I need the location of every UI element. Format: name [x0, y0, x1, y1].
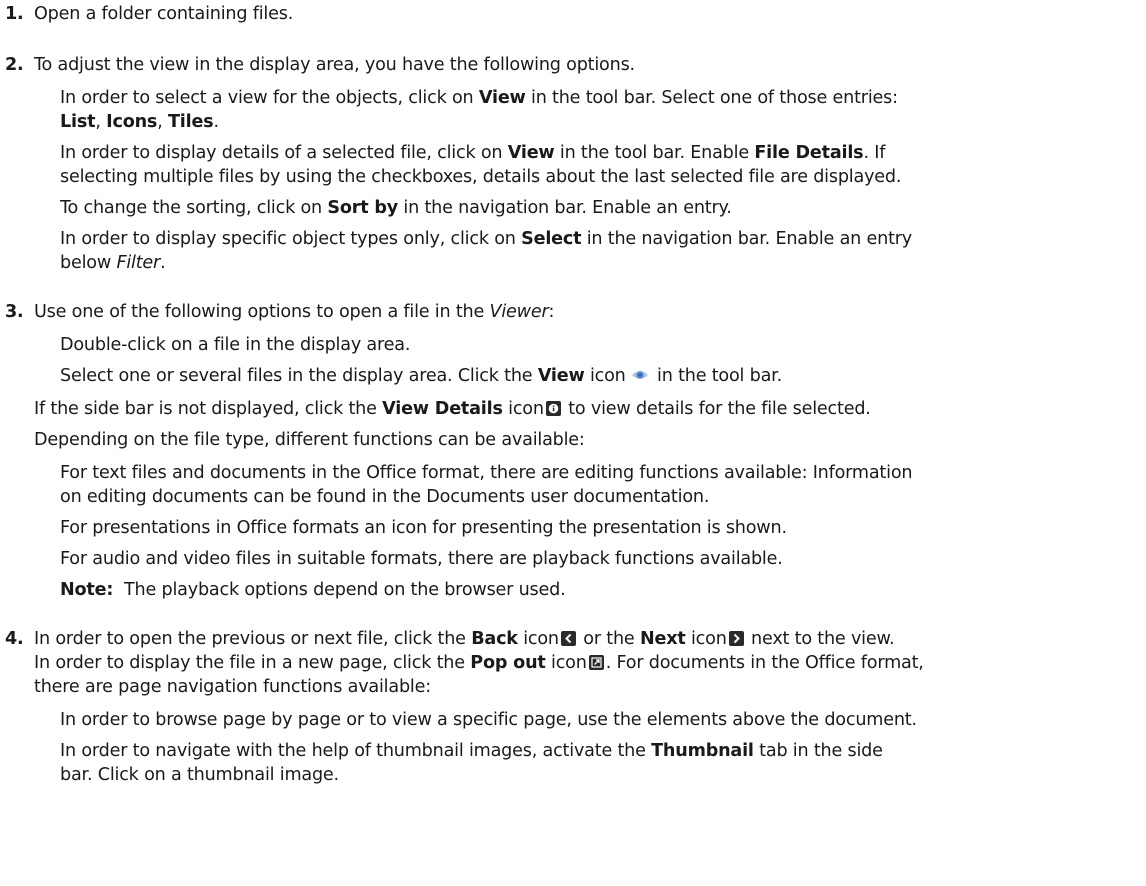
function-paragraph: on editing documents can be found in the… [60, 487, 710, 507]
ui-term: Pop out [470, 653, 546, 673]
function-paragraph: For audio and video files in suitable fo… [60, 549, 783, 569]
ui-term: Next [639, 629, 686, 649]
view-option-paragraph: In order to select a view for the object… [60, 88, 898, 108]
ui-term: Icons [106, 112, 158, 132]
ui-term: File Details [754, 143, 864, 163]
step-text: To adjust the view in the display area, … [34, 55, 635, 75]
step-text: In order to open the previous or next fi… [34, 629, 895, 649]
ui-term: View Details [382, 399, 503, 419]
chevron-right-icon [728, 631, 744, 646]
view-option-paragraph: List, Icons, Tiles. [60, 112, 219, 132]
step-number: 4. [5, 629, 24, 649]
view-option-paragraph: selecting multiple files by using the ch… [60, 167, 902, 187]
step-text: Open a folder containing files. [34, 4, 294, 24]
ui-term: View [537, 366, 585, 386]
ui-term: Viewer [489, 302, 549, 322]
step-number: 3. [5, 302, 24, 322]
eye-icon [631, 364, 649, 379]
navigation-paragraph: bar. Click on a thumbnail image. [60, 765, 339, 785]
depending-paragraph: Depending on the file type, different fu… [34, 430, 585, 450]
ui-term: Tiles [167, 112, 214, 132]
navigation-paragraph: In order to browse page by page or to vi… [60, 710, 917, 730]
info-icon [545, 401, 561, 416]
step-text: Use one of the following options to open… [34, 302, 555, 322]
popout-paragraph: In order to display the file in a new pa… [34, 653, 924, 673]
ui-term: Back [471, 629, 518, 649]
details-paragraph: If the side bar is not displayed, click … [34, 399, 871, 419]
note-label: Note: [60, 580, 114, 600]
view-option-paragraph: To change the sorting, click on Sort by … [60, 198, 732, 218]
ui-term: Sort by [327, 198, 399, 218]
view-option-paragraph: below Filter. [60, 253, 166, 273]
popout-paragraph: there are page navigation functions avai… [34, 677, 431, 697]
open-option-paragraph: Double-click on a file in the display ar… [60, 335, 411, 355]
open-option-paragraph: Select one or several files in the displ… [60, 364, 782, 386]
ui-term: Thumbnail [651, 741, 754, 761]
navigation-paragraph: In order to navigate with the help of th… [60, 741, 883, 761]
ui-term: Select [521, 229, 582, 249]
step-number: 1. [5, 4, 24, 24]
function-paragraph: For text files and documents in the Offi… [60, 463, 913, 483]
step-number: 2. [5, 55, 24, 75]
ui-term: View [478, 88, 526, 108]
pop-out-icon [588, 655, 604, 670]
ui-term: View [507, 143, 555, 163]
ui-term: Filter [116, 253, 161, 273]
view-option-paragraph: In order to display details of a selecte… [60, 143, 886, 163]
chevron-left-icon [560, 631, 576, 646]
function-paragraph: For presentations in Office formats an i… [60, 518, 787, 538]
note-paragraph: Note: The playback options depend on the… [60, 580, 566, 600]
ui-term: List [60, 112, 96, 132]
view-option-paragraph: In order to display specific object type… [60, 229, 913, 249]
